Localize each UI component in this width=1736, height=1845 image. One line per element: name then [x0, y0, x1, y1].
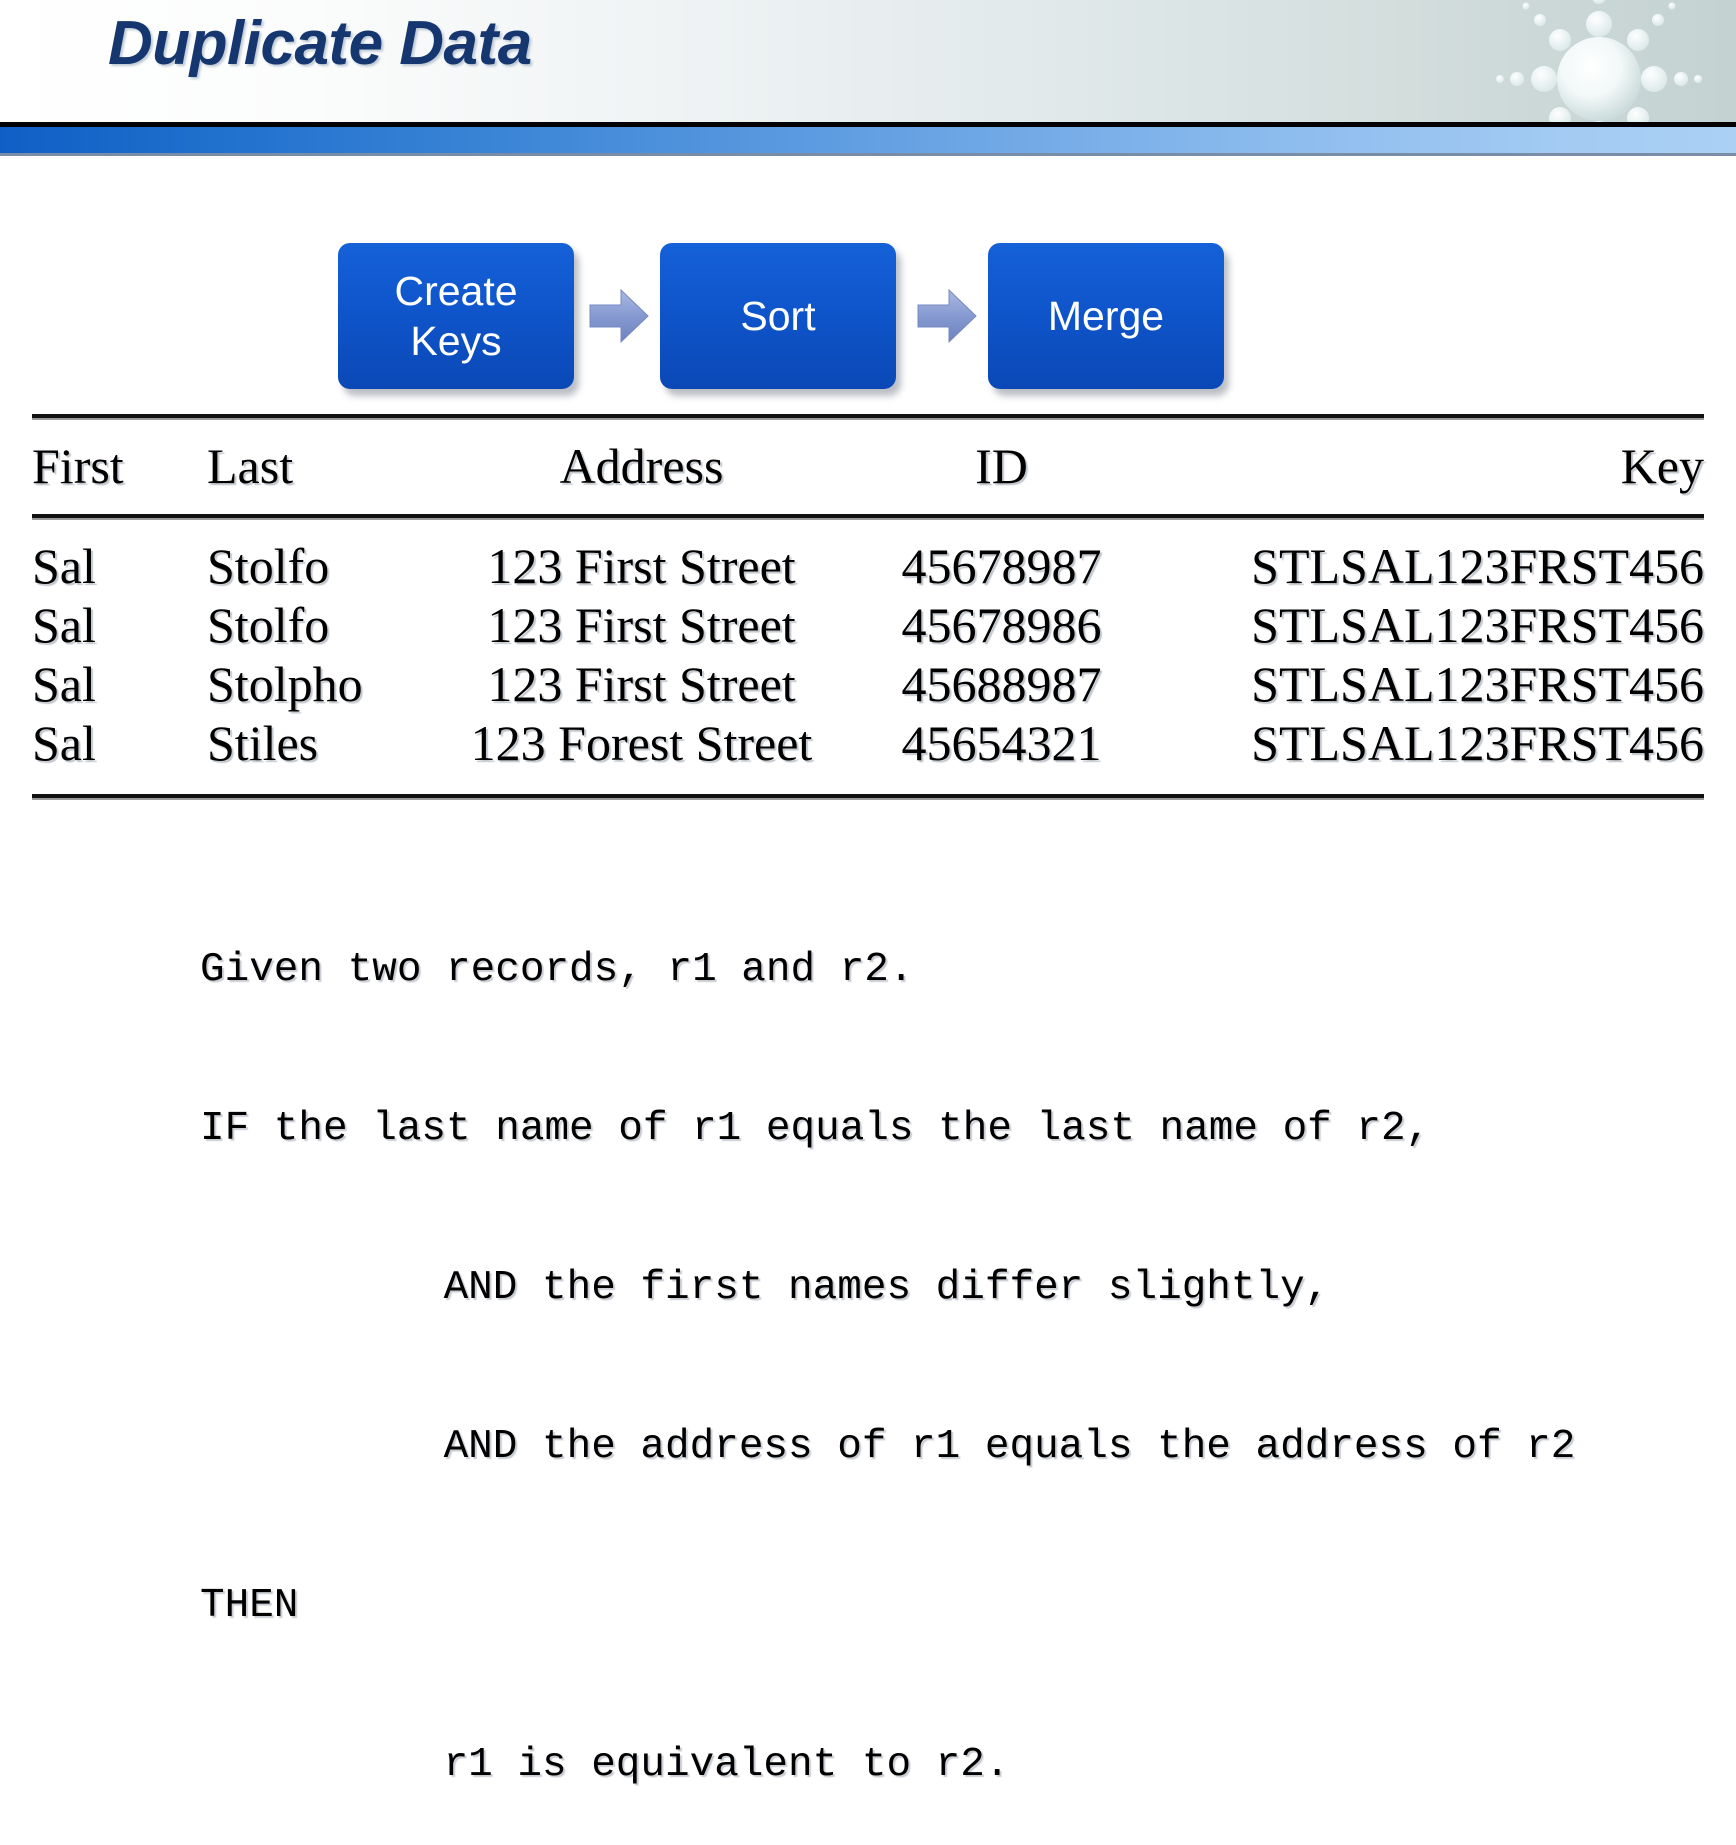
table-row: Sal Stolfo 123 First Street 45678987 STL… — [32, 536, 1704, 595]
flow-step-label: Sort — [740, 292, 816, 339]
table-header-row: First Last Address ID Key — [32, 418, 1704, 514]
flow-step-label: Merge — [1047, 292, 1165, 339]
slide-header: Duplicate Data — [0, 0, 1736, 122]
rule-line: AND the first names differ slightly, — [443, 1265, 1330, 1311]
cell-last: Stolpho — [207, 655, 363, 712]
cell-first: Sal — [32, 714, 96, 771]
matching-rule-text: Given two records, r1 and r2. IF the las… — [200, 838, 1575, 1845]
right-arrow-icon — [589, 288, 649, 344]
cell-id: 45688987 — [901, 655, 1102, 712]
table-row: Sal Stolpho 123 First Street 45688987 ST… — [32, 654, 1704, 713]
accent-bar-underline — [0, 153, 1736, 156]
column-header-id: ID — [975, 438, 1028, 494]
column-header-last: Last — [207, 438, 294, 494]
cell-first: Sal — [32, 537, 96, 594]
cell-address: 123 First Street — [487, 537, 796, 594]
cell-last: Stolfo — [207, 537, 330, 594]
table-row: Sal Stiles 123 Forest Street 45654321 ST… — [32, 713, 1704, 772]
table-row: Sal Stolfo 123 First Street 45678986 STL… — [32, 595, 1704, 654]
table-bottom-rule — [32, 794, 1704, 798]
starburst-icon — [1496, 0, 1702, 122]
process-flow-diagram: Create Keys Sort Merge — [338, 243, 1238, 389]
flow-step-merge[interactable]: Merge — [988, 243, 1224, 389]
right-arrow-icon — [917, 288, 977, 344]
flow-step-create-keys[interactable]: Create Keys — [338, 243, 574, 389]
rule-line: IF the last name of r1 equals the last n… — [200, 1106, 1431, 1152]
cell-id: 45654321 — [901, 714, 1102, 771]
cell-key: STLSAL123FRST456 — [1251, 714, 1704, 771]
table-header-rule — [32, 514, 1704, 518]
flow-step-label-line1: Create — [394, 267, 518, 314]
cell-key: STLSAL123FRST456 — [1251, 537, 1704, 594]
records-table: First Last Address ID Key Sal Stolfo 123… — [32, 414, 1704, 798]
column-header-address: Address — [559, 438, 724, 494]
flow-step-label-line2: Keys — [410, 318, 502, 364]
column-header-key: Key — [1620, 438, 1704, 494]
column-header-first: First — [32, 438, 124, 494]
rule-line: THEN — [200, 1583, 299, 1629]
cell-key: STLSAL123FRST456 — [1251, 655, 1704, 712]
cell-first: Sal — [32, 655, 96, 712]
cell-last: Stiles — [207, 714, 319, 771]
rule-line: Given two records, r1 and r2. — [200, 947, 914, 993]
cell-last: Stolfo — [207, 596, 330, 653]
cell-key: STLSAL123FRST456 — [1251, 596, 1704, 653]
cell-id: 45678987 — [901, 537, 1102, 594]
rule-line: AND the address of r1 equals the address… — [443, 1424, 1576, 1470]
rule-line: r1 is equivalent to r2. — [443, 1742, 1010, 1788]
page-title: Duplicate Data — [108, 9, 532, 78]
accent-bar — [0, 127, 1736, 153]
flow-step-label: Create Keys — [394, 266, 517, 366]
cell-address: 123 First Street — [487, 655, 796, 712]
cell-first: Sal — [32, 596, 96, 653]
cell-address: 123 Forest Street — [470, 714, 813, 771]
flow-step-sort[interactable]: Sort — [660, 243, 896, 389]
cell-address: 123 First Street — [487, 596, 796, 653]
cell-id: 45678986 — [901, 596, 1102, 653]
